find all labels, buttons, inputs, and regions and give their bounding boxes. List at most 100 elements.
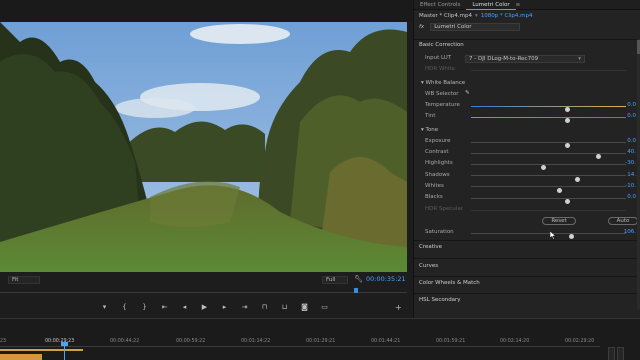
fit-label: Fit: [12, 277, 19, 283]
slider-row-shadows: Shadows 14.: [425, 171, 638, 182]
export-frame-icon[interactable]: ◙: [300, 303, 309, 311]
tint-slider[interactable]: [471, 116, 626, 123]
step-back-icon[interactable]: ◂: [180, 303, 189, 311]
shadows-label: Shadows: [425, 171, 450, 178]
section-creative[interactable]: Creative: [419, 244, 442, 250]
play-icon[interactable]: ▶: [200, 303, 209, 311]
add-button-icon[interactable]: +: [395, 303, 402, 312]
go-to-in-icon[interactable]: ⇤: [160, 303, 169, 311]
highlights-thumb[interactable]: [541, 165, 547, 171]
highlights-label: Highlights: [425, 160, 453, 167]
timeline-time-label: 00:01:59:21: [436, 339, 466, 344]
audio-meter-right: [617, 347, 624, 360]
exposure-value[interactable]: 0.0: [627, 138, 636, 144]
mark-out-icon[interactable]: }: [140, 303, 149, 311]
timeline-time-label: 23: [0, 339, 7, 344]
highlights-slider[interactable]: [471, 163, 626, 171]
shadows-value[interactable]: 14.: [627, 172, 636, 178]
tone-header[interactable]: ▾ Tone: [421, 127, 438, 133]
mark-in-icon[interactable]: {: [120, 303, 129, 311]
temperature-slider[interactable]: [471, 105, 626, 112]
timeline-time-label: 00:01:44:21: [371, 339, 401, 344]
timeline-time-label: 00:01:29:21: [306, 339, 336, 344]
whites-thumb[interactable]: [556, 187, 562, 193]
blacks-slider[interactable]: [471, 197, 626, 204]
go-to-out-icon[interactable]: ⇥: [240, 303, 249, 311]
timeline-time-label: 00:00:59:22: [176, 339, 206, 344]
step-forward-icon[interactable]: ▸: [220, 303, 229, 311]
auto-button[interactable]: Auto: [608, 217, 638, 225]
wb-selector-row: WB Selector ✎: [425, 90, 638, 99]
white-balance-header[interactable]: ▾ White Balance: [421, 80, 465, 86]
highlights-value[interactable]: -30.: [625, 160, 636, 166]
temperature-thumb[interactable]: [564, 107, 570, 112]
saturation-label: Saturation: [425, 229, 454, 235]
shadows-slider[interactable]: [471, 175, 626, 182]
wb-selector-label: WB Selector: [425, 91, 459, 97]
menu-lines-icon[interactable]: ≡: [516, 2, 521, 8]
section-hsl-secondary[interactable]: HSL Secondary: [419, 297, 461, 303]
input-lut-dropdown[interactable]: 7 - DJI DLog-M-to-Rec709 ▾: [465, 55, 585, 63]
saturation-row: Saturation 106.: [425, 229, 638, 239]
slider-row-highlights: Highlights -30.: [425, 160, 638, 171]
shadows-thumb[interactable]: [575, 176, 581, 182]
effect-dropdown[interactable]: Lumetri Color: [430, 22, 521, 31]
section-color-wheels[interactable]: Color Wheels & Match: [419, 280, 480, 286]
blacks-thumb[interactable]: [564, 199, 570, 204]
contrast-slider[interactable]: [471, 152, 626, 160]
temperature-value[interactable]: 0.0: [627, 102, 636, 108]
tint-value[interactable]: 0.0: [627, 113, 636, 119]
timeline-time-label: 00:00:44:22: [110, 339, 140, 344]
saturation-thumb[interactable]: [569, 234, 575, 239]
button-editor-icon[interactable]: ▭: [320, 303, 329, 311]
reset-button[interactable]: Reset: [542, 217, 576, 225]
zoom-fit-dropdown[interactable]: Fit: [8, 276, 40, 284]
slider-row-blacks: Blacks 0.0: [425, 194, 638, 204]
audio-meter-left: [608, 347, 615, 360]
clip-label[interactable]: 1080p * Clip4.mp4: [481, 13, 533, 19]
fx-toggle[interactable]: fx: [419, 24, 424, 30]
work-area-bar[interactable]: [0, 349, 83, 351]
exposure-slider[interactable]: [471, 141, 626, 148]
tab-effect-controls[interactable]: Effect Controls: [414, 2, 466, 8]
saturation-value[interactable]: 106.: [624, 229, 636, 235]
section-curves[interactable]: Curves: [419, 263, 438, 269]
marker-icon[interactable]: ▾: [100, 303, 109, 311]
hdr-white-slider: [471, 69, 626, 71]
master-label[interactable]: Master * Clip4.mp4: [419, 13, 472, 19]
overwrite-icon[interactable]: ⊔: [280, 303, 289, 311]
tab-lumetri-color[interactable]: Lumetri Color: [466, 0, 516, 10]
panel-tab-bar: Effect Controls Lumetri Color ≡: [414, 0, 640, 10]
timeline-clip[interactable]: [0, 354, 42, 360]
input-lut-value: 7 - DJI DLog-M-to-Rec709: [469, 56, 539, 62]
slider-row-contrast: Contrast 40.: [425, 149, 638, 160]
timeline-time-label: 00:01:14:22: [241, 339, 271, 344]
monitor-time-ruler[interactable]: [0, 287, 407, 293]
section-basic-correction[interactable]: Basic Correction: [419, 42, 464, 48]
exposure-label: Exposure: [425, 138, 451, 144]
tint-label: Tint: [425, 113, 436, 119]
video-preview[interactable]: [0, 22, 407, 272]
playback-resolution-dropdown[interactable]: Full: [322, 276, 348, 284]
input-lut-label: Input LUT: [425, 55, 452, 61]
blacks-value[interactable]: 0.0: [627, 194, 636, 200]
contrast-value[interactable]: 40.: [627, 149, 636, 155]
exposure-thumb[interactable]: [564, 143, 570, 148]
master-clip-row: Master * Clip4.mp4 ▾ 1080p * Clip4.mp4: [419, 12, 533, 19]
timeline-time-label: 00:00:29:23: [45, 339, 75, 344]
effect-name: Lumetri Color: [434, 23, 472, 30]
contrast-thumb[interactable]: [595, 154, 601, 160]
insert-icon[interactable]: ⊓: [260, 303, 269, 311]
settings-wrench-icon[interactable]: 🔧︎: [354, 275, 363, 283]
quality-label: Full: [326, 277, 336, 283]
saturation-slider[interactable]: [471, 232, 626, 239]
monitor-playhead[interactable]: [354, 288, 359, 293]
whites-slider[interactable]: [471, 186, 626, 193]
slider-row-whites: Whites -10.: [425, 183, 638, 193]
tint-thumb[interactable]: [564, 118, 570, 123]
timeline-ruler[interactable]: [0, 346, 600, 350]
eyedropper-icon[interactable]: ✎: [465, 90, 470, 96]
playhead-timecode[interactable]: 00:00:35:21: [366, 275, 406, 283]
whites-value[interactable]: -10.: [625, 183, 636, 189]
timeline-playhead[interactable]: [64, 344, 65, 360]
